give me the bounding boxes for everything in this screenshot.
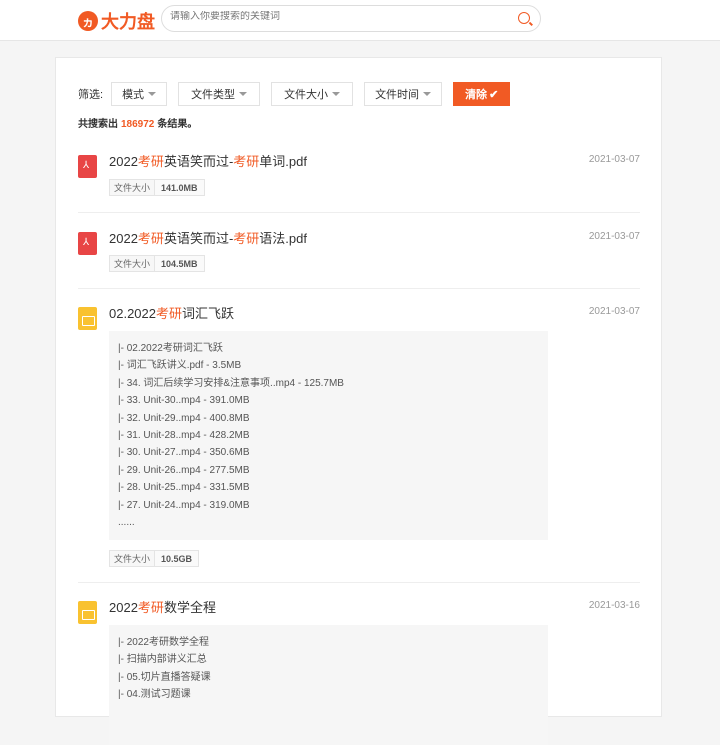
result-date: 2021-03-07 — [588, 231, 640, 242]
clear-button[interactable]: 清除 ✔ — [453, 82, 511, 106]
file-tree-line: |- 30. Unit-27..mp4 - 350.6MB — [118, 447, 250, 459]
pdf-icon — [78, 232, 97, 255]
file-tree: |- 2022考研数学全程 |- 扫描内部讲义汇总 |- 05.切片直播答疑课 |- … — [109, 625, 548, 745]
folder-icon — [78, 307, 97, 330]
t: 单词.pdf — [259, 154, 307, 169]
folder-icon — [78, 601, 97, 624]
file-tree-line: |- 32. Unit-29..mp4 - 400.8MB — [118, 412, 250, 424]
file-tree-line: |- 27. Unit-24..mp4 - 319.0MB — [118, 499, 250, 511]
filter-type-label: 文件类型 — [191, 89, 236, 101]
file-tree-line: |- 02.2022考研词汇飞跃 — [118, 343, 223, 354]
filter-file-size[interactable]: 文件大小 — [271, 82, 354, 106]
result-title[interactable]: 02.2022考研词汇飞跃 — [109, 303, 234, 322]
t: 英语笑而过- — [163, 154, 234, 169]
size-tag: 文件大小 10.5GB — [109, 550, 200, 567]
result-title[interactable]: 2022考研英语笑而过-考研语法.pdf — [109, 228, 307, 247]
search-box — [161, 5, 541, 32]
filter-file-time[interactable]: 文件时间 — [364, 82, 443, 106]
t-hl: 考研 — [233, 154, 260, 169]
size-value: 10.5GB — [155, 551, 199, 566]
size-value: 104.5MB — [155, 256, 204, 271]
size-key: 文件大小 — [110, 256, 156, 271]
file-tree-line: |- 29. Unit-26..mp4 - 277.5MB — [118, 464, 250, 476]
t: 数学全程 — [163, 600, 216, 615]
file-tree-line: |- 31. Unit-28..mp4 - 428.2MB — [118, 430, 250, 442]
file-tree-line: |- 28. Unit-25..mp4 - 331.5MB — [118, 482, 250, 494]
file-tree-line: |- 33. Unit-30..mp4 - 391.0MB — [118, 395, 250, 407]
size-tag: 文件大小 141.0MB — [109, 179, 205, 196]
count-number: 186972 — [121, 119, 155, 130]
caret-down-icon — [423, 92, 432, 96]
file-tree-line: |- 词汇飞跃讲义.pdf - 3.5MB — [118, 360, 242, 372]
divider — [78, 212, 640, 213]
caret-down-icon — [239, 92, 248, 96]
logo-icon: ヵ — [78, 11, 98, 31]
t-hl: 考研 — [137, 600, 164, 615]
filter-mode-label: 模式 — [122, 89, 145, 101]
t-hl: 考研 — [156, 306, 183, 321]
caret-down-icon — [332, 92, 341, 96]
t-hl: 考研 — [137, 231, 164, 246]
divider — [78, 288, 640, 289]
t-hl: 考研 — [137, 154, 164, 169]
t: 02.2022 — [109, 306, 156, 321]
file-tree-line: |- 34. 词汇后续学习安排&注意事项..mp4 - 125.7MB — [118, 377, 344, 389]
filter-label: 筛选: — [78, 89, 104, 101]
t: 英语笑而过- — [163, 231, 234, 246]
file-tree-line: |- 2022考研数学全程 — [118, 637, 209, 648]
file-tree-line: |- 05.切片直播答疑课 — [118, 671, 211, 683]
file-tree: |- 02.2022考研词汇飞跃 |- 词汇飞跃讲义.pdf - 3.5MB |- … — [109, 331, 548, 541]
t: 2022 — [109, 231, 138, 246]
filter-mode[interactable]: 模式 — [111, 82, 168, 106]
file-tree-line: |- 04.测试习题课 — [118, 689, 191, 701]
file-tree-line: ...... — [118, 517, 135, 529]
size-key: 文件大小 — [110, 551, 156, 566]
file-tree-line: |- 扫描内部讲义汇总 — [118, 654, 207, 666]
results-card: 筛选: 模式 文件类型 文件大小 文件时间 清除 ✔ 共搜索出 186972 条结果。… — [55, 57, 662, 745]
filter-time-label: 文件时间 — [375, 89, 420, 101]
result-date: 2021-03-07 — [588, 154, 640, 165]
size-value: 141.0MB — [155, 180, 204, 195]
size-key: 文件大小 — [110, 180, 156, 195]
t: 2022 — [109, 600, 138, 615]
clear-label: 清除 — [465, 89, 488, 101]
result-date: 2021-03-07 — [588, 306, 640, 317]
t: 语法.pdf — [259, 231, 307, 246]
result-title[interactable]: 2022考研英语笑而过-考研单词.pdf — [109, 151, 307, 170]
search-input[interactable] — [170, 11, 500, 22]
result-date: 2021-03-16 — [588, 600, 640, 611]
count-prefix: 共搜索出 — [78, 119, 118, 130]
count-suffix: 条结果。 — [157, 119, 198, 130]
result-title[interactable]: 2022考研数学全程 — [109, 597, 216, 616]
broom-icon: ✔ — [489, 88, 499, 101]
filter-bar: 筛选: 模式 文件类型 文件大小 文件时间 清除 ✔ — [78, 82, 511, 106]
result-count: 共搜索出 186972 条结果。 — [78, 115, 197, 130]
filter-size-label: 文件大小 — [284, 89, 329, 101]
t: 2022 — [109, 154, 138, 169]
size-tag: 文件大小 104.5MB — [109, 255, 205, 272]
top-header: ヵ大力盘 — [0, 0, 720, 41]
pdf-icon — [78, 155, 97, 178]
divider — [78, 582, 640, 583]
t-hl: 考研 — [233, 231, 260, 246]
logo[interactable]: ヵ大力盘 — [78, 8, 155, 34]
caret-down-icon — [148, 92, 157, 96]
filter-file-type[interactable]: 文件类型 — [178, 82, 261, 106]
search-icon[interactable] — [518, 12, 530, 24]
t: 词汇飞跃 — [182, 306, 235, 321]
logo-text: 大力盘 — [101, 12, 155, 32]
